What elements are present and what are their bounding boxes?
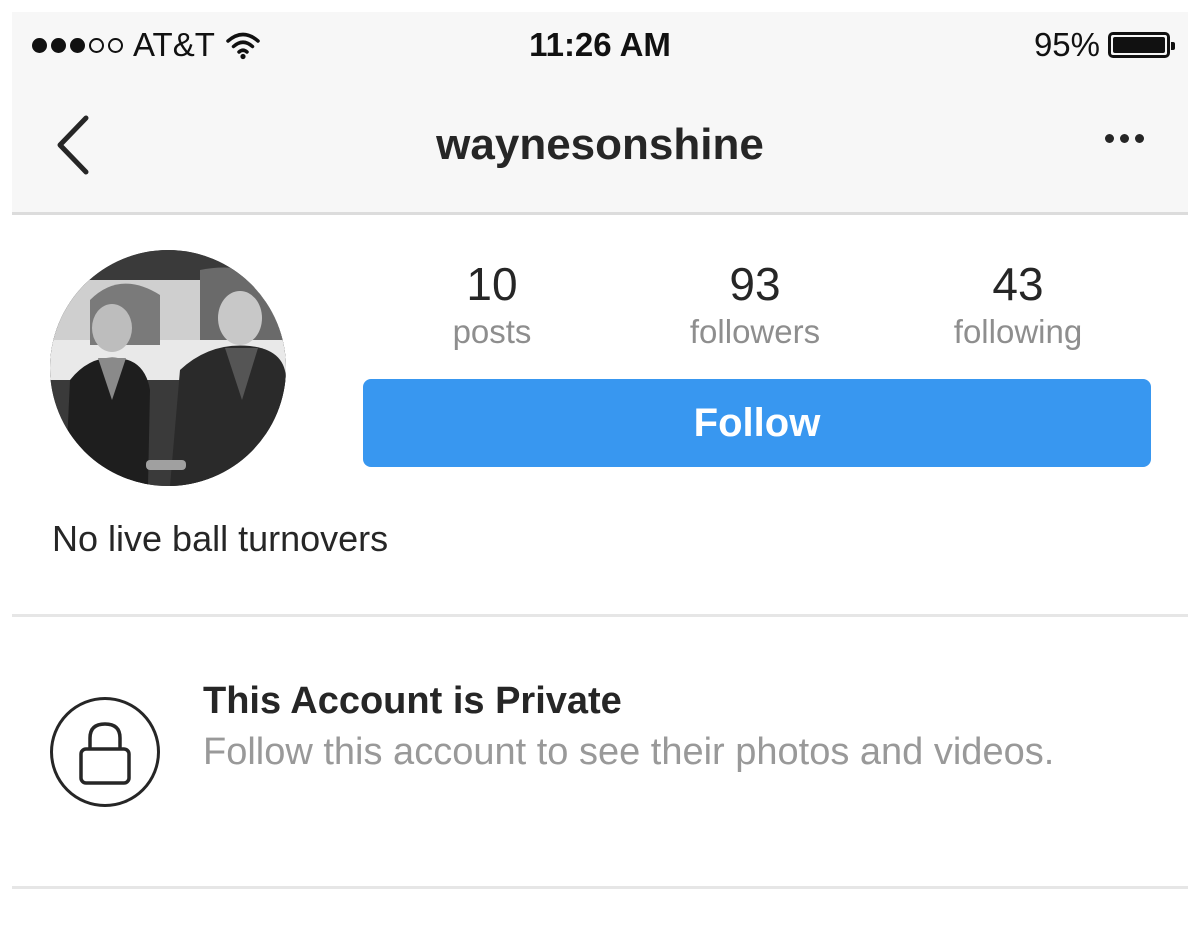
more-dots-icon [1135, 134, 1144, 143]
battery-percent: 95% [1033, 26, 1100, 63]
status-right: 95% [1033, 24, 1175, 66]
stat-label: followers [689, 313, 821, 350]
more-options-button[interactable] [1105, 134, 1144, 143]
stat-following[interactable]: 43 following [888, 256, 1148, 352]
profile-bio: No live ball turnovers [52, 518, 389, 559]
stat-posts[interactable]: 10 posts [362, 256, 622, 352]
battery-icon [1108, 32, 1175, 58]
divider [12, 614, 1188, 617]
more-dots-icon [1120, 134, 1129, 143]
private-notice-text: Follow this account to see their photos … [203, 731, 1055, 773]
profile-stats: 10 posts 93 followers 43 following [362, 256, 1150, 356]
status-bar: AT&T 11:26 AM 95% [12, 12, 1188, 78]
nav-bar: waynesonshine [12, 78, 1188, 215]
stat-label: following [953, 313, 1083, 350]
private-notice-title: This Account is Private [203, 680, 622, 722]
more-dots-icon [1105, 134, 1114, 143]
divider [12, 886, 1188, 889]
stat-value: 10 [466, 258, 518, 310]
profile-screen: AT&T 11:26 AM 95% waynesonshine 10 posts… [0, 0, 1200, 925]
battery-nub [1171, 42, 1175, 50]
stat-label: posts [452, 313, 532, 350]
battery-fill [1113, 37, 1165, 53]
follow-button[interactable]: Follow [363, 379, 1151, 467]
avatar[interactable] [50, 250, 286, 486]
lock-icon [79, 722, 131, 785]
stat-value: 43 [992, 258, 1044, 310]
lock-icon-circle [50, 697, 160, 807]
stat-followers[interactable]: 93 followers [625, 256, 885, 352]
profile-photo [50, 250, 286, 486]
stat-value: 93 [729, 258, 781, 310]
status-time: 11:26 AM [529, 26, 671, 63]
page-title: waynesonshine [436, 120, 764, 169]
